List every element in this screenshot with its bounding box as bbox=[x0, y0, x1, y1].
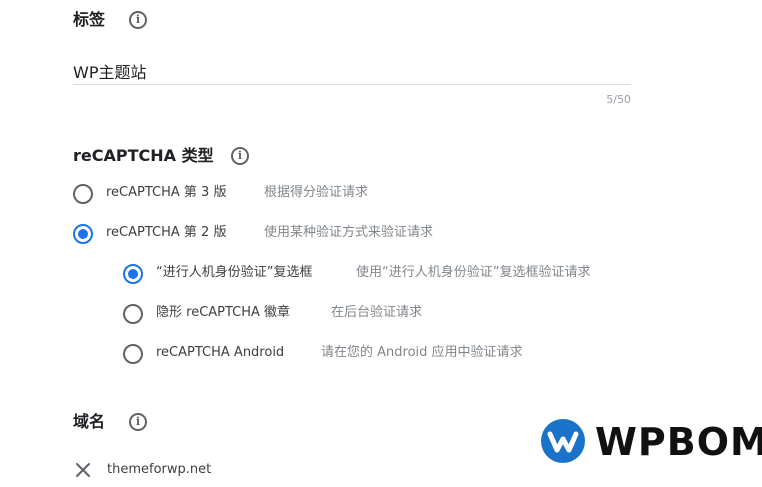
recaptcha-type-title: reCAPTCHA 类型 bbox=[73, 146, 214, 165]
radio-recaptcha-v2[interactable] bbox=[73, 224, 93, 244]
option-desc-invisible-badge: 在后台验证请求 bbox=[331, 305, 423, 320]
radio-invisible-badge[interactable] bbox=[123, 304, 143, 324]
option-desc-recaptcha-v2: 使用某种验证方式来验证请求 bbox=[264, 225, 434, 240]
radio-checkbox[interactable] bbox=[123, 264, 143, 284]
option-desc-checkbox: 使用“进行人机身份验证”复选框验证请求 bbox=[356, 265, 591, 280]
char-counter: 5/50 bbox=[606, 93, 631, 106]
wpbom-logo-icon bbox=[541, 419, 585, 463]
info-icon[interactable]: i bbox=[129, 11, 147, 29]
info-icon[interactable]: i bbox=[129, 413, 147, 431]
radio-android[interactable] bbox=[123, 344, 143, 364]
option-label-checkbox[interactable]: “进行人机身份验证”复选框 bbox=[156, 264, 312, 282]
option-desc-android: 请在您的 Android 应用中验证请求 bbox=[321, 345, 523, 360]
domain-name: themeforwp.net bbox=[107, 462, 212, 477]
option-label-recaptcha-v3[interactable]: reCAPTCHA 第 3 版 bbox=[106, 184, 226, 202]
label-section-title: 标签 bbox=[73, 10, 106, 29]
radio-recaptcha-v3[interactable] bbox=[73, 184, 93, 204]
label-input[interactable] bbox=[73, 58, 631, 85]
close-icon[interactable] bbox=[74, 461, 92, 479]
watermark-text: WPBOM bbox=[595, 420, 762, 464]
option-label-invisible-badge[interactable]: 隐形 reCAPTCHA 徽章 bbox=[156, 304, 290, 322]
option-label-recaptcha-v2[interactable]: reCAPTCHA 第 2 版 bbox=[106, 224, 226, 242]
option-desc-recaptcha-v3: 根据得分验证请求 bbox=[264, 185, 369, 200]
domain-section-title: 域名 bbox=[73, 412, 106, 431]
option-label-android[interactable]: reCAPTCHA Android bbox=[156, 344, 284, 362]
info-icon[interactable]: i bbox=[231, 147, 249, 165]
